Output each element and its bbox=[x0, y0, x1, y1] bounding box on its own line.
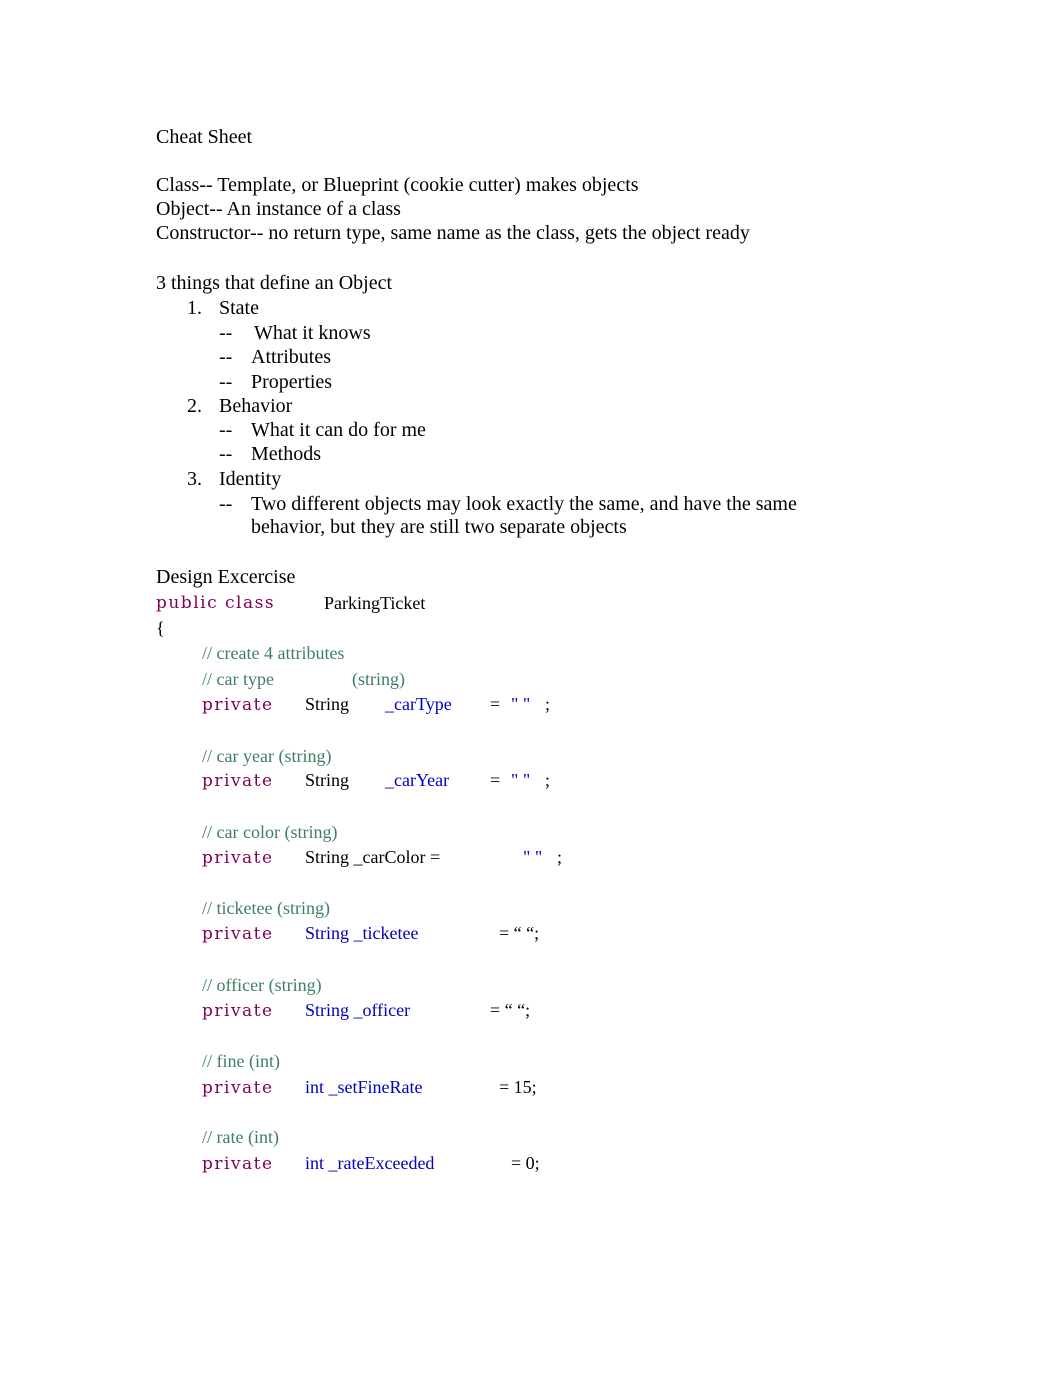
class-keyword: public class bbox=[156, 593, 276, 613]
code-comment: // car color (string) bbox=[202, 822, 338, 842]
sub-item: Properties bbox=[251, 371, 333, 393]
field-name: _carYear bbox=[385, 770, 450, 790]
private-keyword: private bbox=[202, 1078, 274, 1098]
dash-bullet: -- bbox=[219, 322, 233, 344]
field-declaration: String _carColor = bbox=[305, 847, 441, 867]
list-number: 2. bbox=[187, 395, 202, 417]
field-declaration: String _officer bbox=[305, 1000, 411, 1020]
field-assignment: = 15; bbox=[499, 1077, 537, 1097]
code-comment: // ticketee (string) bbox=[202, 898, 330, 918]
field-name: _carType bbox=[385, 694, 452, 714]
field-value: " " bbox=[511, 694, 531, 714]
field-assignment: = “ “; bbox=[490, 1000, 531, 1020]
dash-bullet: -- bbox=[219, 493, 233, 515]
private-keyword: private bbox=[202, 1154, 274, 1174]
code-comment: // car year (string) bbox=[202, 746, 332, 766]
field-value: " " bbox=[511, 770, 531, 790]
dash-bullet: -- bbox=[219, 443, 233, 465]
sub-item: Attributes bbox=[251, 346, 331, 368]
code-comment: (string) bbox=[352, 669, 405, 689]
private-keyword: private bbox=[202, 695, 274, 715]
open-brace: { bbox=[156, 618, 165, 638]
field-declaration: int _rateExceeded bbox=[305, 1153, 435, 1173]
design-heading: Design Excercise bbox=[156, 566, 296, 588]
list-item-behavior: Behavior bbox=[219, 395, 293, 417]
sub-item: behavior, but they are still two separat… bbox=[251, 516, 627, 538]
field-value: " " bbox=[523, 847, 543, 867]
code-comment: // car type bbox=[202, 669, 274, 689]
private-keyword: private bbox=[202, 924, 274, 944]
code-comment: // officer (string) bbox=[202, 975, 322, 995]
sub-item: Methods bbox=[251, 443, 321, 465]
definition-class: Class-- Template, or Blueprint (cookie c… bbox=[156, 174, 639, 196]
list-item-state: State bbox=[219, 297, 259, 319]
dash-bullet: -- bbox=[219, 371, 233, 393]
private-keyword: private bbox=[202, 1001, 274, 1021]
field-declaration: String _ticketee bbox=[305, 923, 419, 943]
assign-operator: = bbox=[490, 770, 501, 790]
list-item-identity: Identity bbox=[219, 468, 282, 490]
semicolon: ; bbox=[545, 694, 551, 714]
page-title: Cheat Sheet bbox=[156, 126, 253, 148]
list-number: 3. bbox=[187, 468, 202, 490]
field-assignment: = “ “; bbox=[499, 923, 540, 943]
sub-item: What it can do for me bbox=[251, 419, 426, 441]
code-comment: // fine (int) bbox=[202, 1051, 280, 1071]
object-section-heading: 3 things that define an Object bbox=[156, 272, 393, 294]
sub-item: What it knows bbox=[254, 322, 371, 344]
list-number: 1. bbox=[187, 297, 202, 319]
code-comment: // create 4 attributes bbox=[202, 643, 345, 663]
semicolon: ; bbox=[557, 847, 563, 867]
dash-bullet: -- bbox=[219, 419, 233, 441]
private-keyword: private bbox=[202, 771, 274, 791]
field-declaration: int _setFineRate bbox=[305, 1077, 423, 1097]
field-type: String bbox=[305, 694, 350, 714]
semicolon: ; bbox=[545, 770, 551, 790]
assign-operator: = bbox=[490, 694, 501, 714]
definition-constructor: Constructor-- no return type, same name … bbox=[156, 222, 750, 244]
private-keyword: private bbox=[202, 848, 274, 868]
class-name: ParkingTicket bbox=[324, 593, 426, 613]
dash-bullet: -- bbox=[219, 346, 233, 368]
definition-object: Object-- An instance of a class bbox=[156, 198, 401, 220]
field-assignment: = 0; bbox=[511, 1153, 540, 1173]
sub-item: Two different objects may look exactly t… bbox=[251, 493, 797, 515]
field-type: String bbox=[305, 770, 350, 790]
code-comment: // rate (int) bbox=[202, 1127, 279, 1147]
